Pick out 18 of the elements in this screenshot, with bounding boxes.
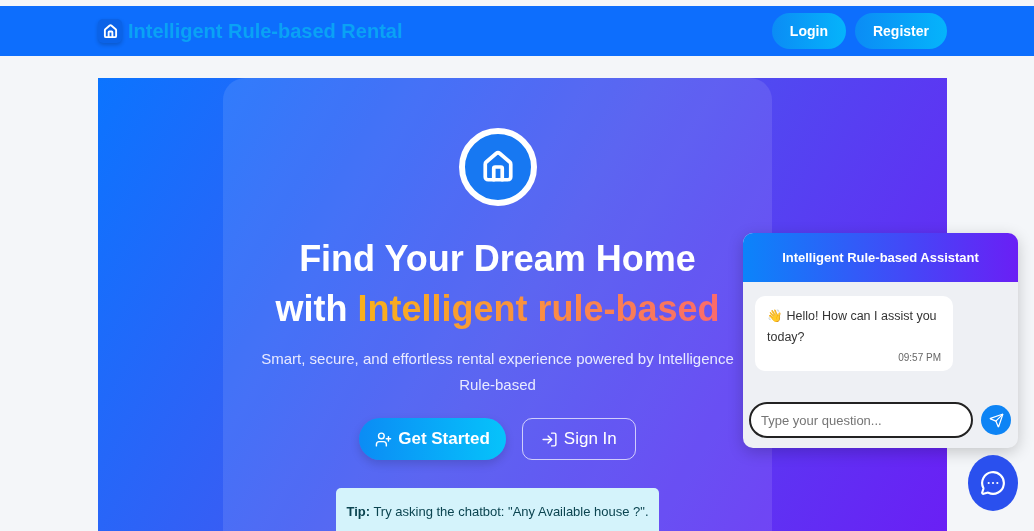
chat-title: Intelligent Rule-based Assistant — [743, 233, 1018, 282]
sign-in-button[interactable]: Sign In — [521, 418, 636, 460]
user-plus-icon — [375, 430, 393, 448]
question-input[interactable]: Type your question... — [749, 402, 973, 438]
message-text: 👋 Hello! How can I assist you today? — [767, 308, 938, 346]
send-icon — [988, 412, 1004, 428]
send-button[interactable] — [981, 405, 1011, 435]
hero-headline: Find Your Dream Home with Intelligent rule-based — [275, 237, 720, 331]
sign-in-icon — [540, 430, 558, 448]
hero-subtitle: Smart, secure, and effortless rental experience powered by Intelligence Rule-based — [260, 349, 735, 395]
register-button[interactable]: Register — [854, 13, 947, 49]
house-icon — [98, 19, 122, 43]
chat-bubble-icon — [980, 470, 1006, 496]
tip-text: Tip: Try asking the chatbot: "Any Available house ?". — [336, 488, 659, 531]
login-button[interactable]: Login — [771, 13, 846, 49]
chat-button[interactable] — [968, 455, 1018, 511]
message-time: 09:57 PM — [897, 352, 941, 363]
get-started-button[interactable]: Get Started — [359, 418, 506, 460]
